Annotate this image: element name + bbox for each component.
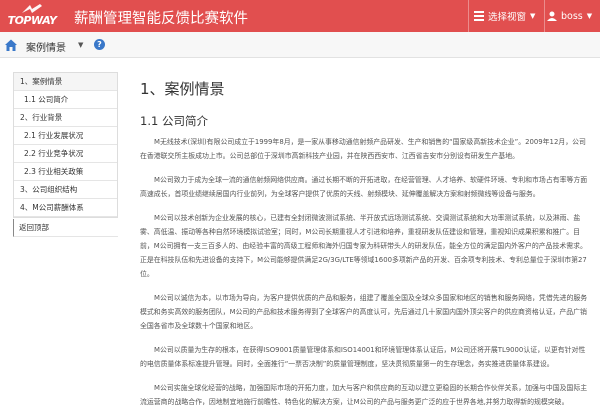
user-menu[interactable]: boss ▼	[545, 0, 600, 32]
toc-item-company-intro[interactable]: 1.1 公司简介	[14, 91, 117, 109]
select-view-dropdown[interactable]: 选择视窗 ▼	[474, 0, 544, 32]
toc-item-industry-policy[interactable]: 2.3 行业相关政策	[14, 163, 117, 181]
toc-item-industry-background[interactable]: 2、行业背景	[14, 109, 117, 127]
app-title: 薪酬管理智能反馈比赛软件	[74, 11, 248, 27]
breadcrumb-bar: 案例情景 ▼ ?	[0, 32, 600, 58]
home-icon[interactable]	[4, 38, 18, 52]
paragraph: M公司以诚信为本，以市场为导向，为客户提供优质的产品和服务，组建了覆盖全国及全球…	[140, 294, 588, 330]
paragraph: M公司实施全球化经营的战略，加强国际市场的开拓力度，加大与客户和供应商的互动以建…	[140, 384, 588, 406]
toc-item-org-structure[interactable]: 3、公司组织结构	[14, 181, 117, 199]
toc-item-industry-competition[interactable]: 2.2 行业竞争状况	[14, 145, 117, 163]
back-to-top-link[interactable]: 返回顶部	[13, 219, 118, 237]
toc-item-case-scenario[interactable]: 1、案例情景	[14, 73, 117, 91]
section-title: 1、案例情景	[140, 80, 225, 98]
paragraph: M公司以技术创新为企业发展的核心，已建有全封闭微波测试系统、半开放式远场测试系统…	[140, 214, 587, 278]
toc-list: 1、案例情景 1.1 公司简介 2、行业背景 2.1 行业发展状况 2.2 行业…	[13, 72, 118, 218]
main-content: 1、案例情景 1.1 公司简介 M无线技术(深圳)有限公司成立于1999年8月，…	[140, 78, 590, 419]
chevron-down-icon: ▼	[530, 12, 536, 20]
chevron-down-icon[interactable]: ▼	[78, 41, 83, 49]
logo-text: TOPWAY	[7, 14, 57, 27]
select-view-label: 选择视窗	[488, 12, 527, 23]
paragraph: M无线技术(深圳)有限公司成立于1999年8月，是一家从事移动通信射频产品研发、…	[140, 138, 586, 160]
subsection-title: 1.1 公司简介	[140, 114, 208, 128]
toc-item-salary-system[interactable]: 4、M公司薪酬体系	[14, 199, 117, 217]
paragraph: M公司致力于成为全球一流的通信射频网络供应商。通过长期不断的开拓进取，在经营管理…	[140, 176, 588, 198]
top-header-bar: TOPWAY 薪酬管理智能反馈比赛软件 选择视窗 ▼ boss ▼	[0, 0, 600, 32]
paragraph: M公司以质量为生存的根本，在获得ISO9001质量管理体系和ISO14001和环…	[140, 346, 586, 368]
company-logo[interactable]: TOPWAY	[6, 2, 58, 30]
user-name: boss	[561, 10, 583, 22]
sidebar-toc: 1、案例情景 1.1 公司简介 2、行业背景 2.1 行业发展状况 2.2 行业…	[13, 72, 118, 237]
chevron-down-icon: ▼	[586, 12, 593, 20]
grid-icon	[474, 11, 484, 21]
toc-item-industry-development[interactable]: 2.1 行业发展状况	[14, 127, 117, 145]
user-icon	[547, 11, 557, 21]
header-divider	[468, 0, 469, 32]
breadcrumb-current[interactable]: 案例情景	[26, 39, 66, 54]
help-icon[interactable]: ?	[94, 39, 105, 50]
